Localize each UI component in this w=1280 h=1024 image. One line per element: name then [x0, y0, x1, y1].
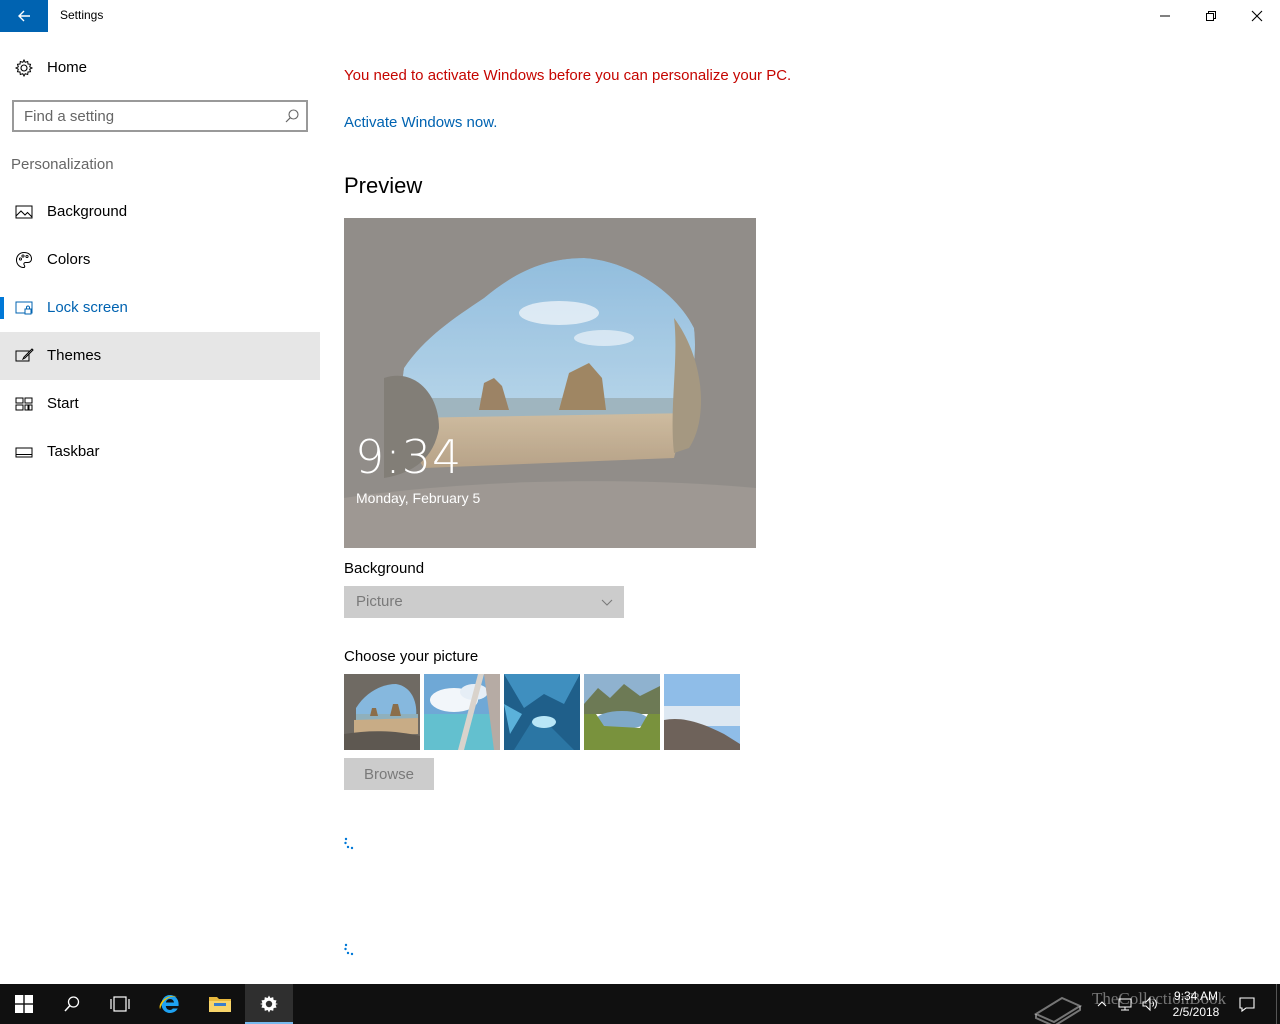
folder-icon: [209, 997, 231, 1012]
sidebar-item-background[interactable]: Background: [0, 188, 320, 236]
settings-taskbar-button[interactable]: [245, 984, 293, 1024]
sidebar-item-label: Taskbar: [47, 443, 100, 460]
search-taskbar-button[interactable]: [48, 984, 96, 1024]
minimize-button[interactable]: [1142, 0, 1188, 32]
picture-thumbnail[interactable]: [344, 674, 420, 750]
start-button[interactable]: [0, 984, 48, 1024]
clock-time: 9:34 AM: [1173, 989, 1219, 1003]
restore-button[interactable]: [1188, 0, 1234, 32]
mountain-clouds-thumbnail: [664, 674, 740, 750]
internet-explorer-icon: [159, 995, 179, 1013]
lock-screen-time: 9:34: [355, 430, 463, 484]
windows-logo-icon: [15, 995, 33, 1013]
search-icon[interactable]: [284, 108, 300, 124]
loading-spinner-icon: [344, 943, 354, 956]
search-icon: [64, 996, 80, 1012]
picture-thumbnail[interactable]: [424, 674, 500, 750]
preview-heading: Preview: [344, 173, 423, 198]
loading-spinner-icon: [344, 837, 354, 850]
picture-thumbnail[interactable]: [664, 674, 740, 750]
task-view-icon: [110, 996, 130, 1012]
picture-thumbnail[interactable]: [504, 674, 580, 750]
clock-date: 2/5/2018: [1172, 1005, 1220, 1019]
background-dropdown[interactable]: Picture: [344, 586, 624, 618]
task-view-button[interactable]: [96, 984, 144, 1024]
show-desktop-button[interactable]: [1276, 984, 1280, 1024]
taskbar-icon: [15, 447, 33, 458]
mountain-lake-thumbnail: [584, 674, 660, 750]
lock-screen-date: Monday, February 5: [356, 490, 481, 506]
notification-icon: [1239, 997, 1255, 1013]
sidebar-item-label: Lock screen: [47, 299, 128, 316]
sidebar: Home Personalization Background Colors: [0, 32, 320, 984]
file-explorer-button[interactable]: [196, 984, 244, 1024]
sidebar-item-label: Start: [47, 395, 79, 412]
back-button[interactable]: [0, 0, 48, 32]
activation-warning: You need to activate Windows before you …: [344, 67, 792, 84]
sidebar-home[interactable]: Home: [0, 52, 320, 84]
taskbar-clock[interactable]: 9:34 AM 2/5/2018: [1162, 988, 1230, 1020]
background-label: Background: [344, 560, 425, 577]
search-box[interactable]: [12, 100, 308, 132]
gear-icon: [260, 995, 278, 1013]
close-button[interactable]: [1234, 0, 1280, 32]
picture-thumbnail[interactable]: [584, 674, 660, 750]
network-button[interactable]: [1114, 984, 1136, 1024]
gear-icon: [14, 58, 34, 78]
browse-button[interactable]: Browse: [344, 758, 434, 790]
search-input[interactable]: [24, 106, 274, 126]
lock-screen-icon: [15, 301, 33, 315]
sidebar-item-start[interactable]: Start: [0, 380, 320, 428]
network-icon: [1118, 998, 1132, 1011]
show-hidden-icons-button[interactable]: [1092, 984, 1112, 1024]
chevron-down-icon: [601, 599, 613, 606]
brush-icon: [15, 348, 34, 362]
title-bar: Settings: [0, 0, 1280, 32]
sidebar-item-label: Colors: [47, 251, 91, 268]
back-arrow-icon: [18, 10, 30, 22]
speaker-icon: [1142, 996, 1157, 1012]
taskbar: TheCollectionBook 9:34 AM 2/5/2018: [0, 984, 1280, 1024]
window-title: Settings: [60, 8, 104, 22]
ice-cave-thumbnail: [504, 674, 580, 750]
lock-screen-preview: 9:34 Monday, February 5: [344, 218, 756, 548]
sidebar-item-label: Themes: [47, 347, 102, 364]
sidebar-item-taskbar[interactable]: Taskbar: [0, 428, 320, 476]
section-title: Personalization: [11, 156, 114, 173]
sidebar-item-themes[interactable]: Themes: [0, 332, 320, 380]
background-dropdown-value: Picture: [356, 593, 403, 610]
sidebar-item-lock-screen[interactable]: Lock screen: [0, 284, 320, 332]
clouds-water-thumbnail: [424, 674, 500, 750]
volume-button[interactable]: [1138, 984, 1162, 1024]
picture-icon: [15, 205, 33, 219]
book-icon: [1033, 996, 1083, 1024]
cave-beach-thumbnail: [344, 674, 420, 750]
chevron-up-icon: [1097, 1001, 1107, 1007]
palette-icon: [15, 251, 33, 269]
start-tiles-icon: [15, 397, 33, 411]
action-center-button[interactable]: [1234, 984, 1260, 1024]
choose-picture-label: Choose your picture: [344, 648, 479, 665]
close-icon: [1251, 10, 1263, 22]
activate-windows-link[interactable]: Activate Windows now.: [344, 114, 497, 131]
main-content: You need to activate Windows before you …: [320, 32, 1280, 984]
restore-icon: [1206, 11, 1216, 21]
sidebar-item-colors[interactable]: Colors: [0, 236, 320, 284]
home-label: Home: [47, 59, 88, 76]
edge-button[interactable]: [146, 984, 194, 1024]
sidebar-item-label: Background: [47, 203, 128, 220]
minimize-icon: [1160, 15, 1170, 17]
